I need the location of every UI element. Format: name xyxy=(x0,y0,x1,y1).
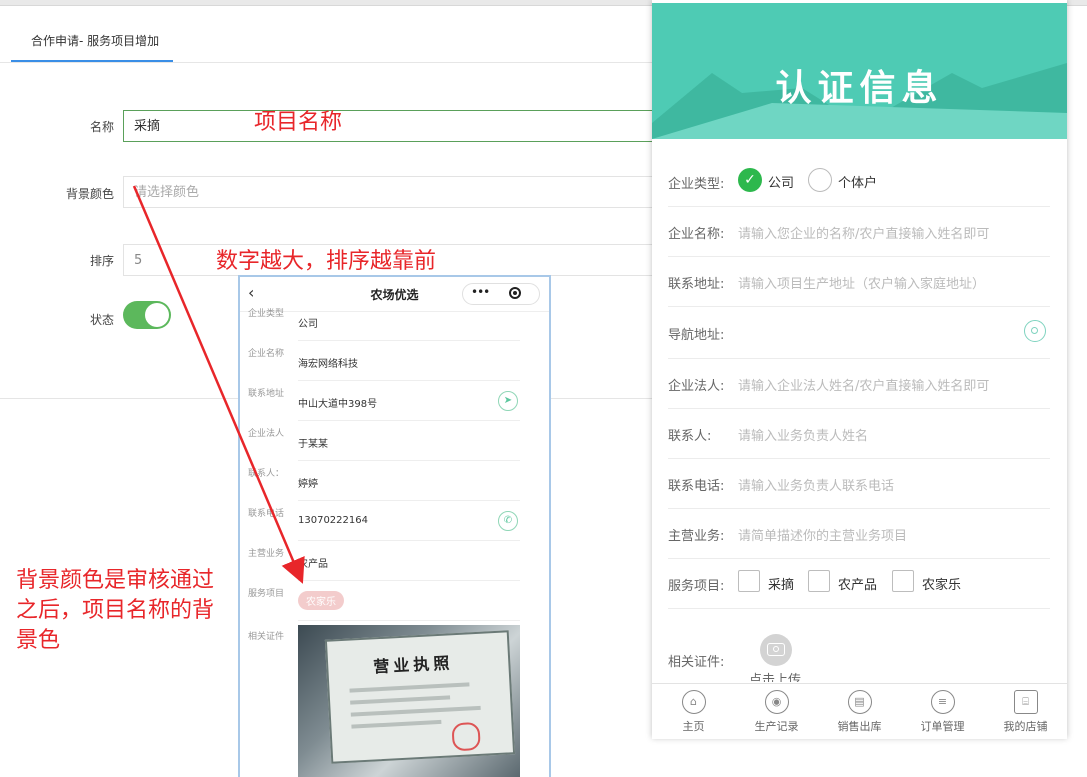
row-business[interactable]: 主营业务: 请简单描述你的主营业务项目 xyxy=(668,508,1050,559)
checkbox-produce[interactable] xyxy=(808,570,830,592)
row-label: 企业法人: xyxy=(668,379,725,394)
row-placeholder: 请简单描述你的主营业务项目 xyxy=(738,529,908,544)
banner: 认证信息 xyxy=(652,3,1067,139)
tab-order-management[interactable]: ≡ 订单管理 xyxy=(901,684,984,739)
company-type-label: 企业类型: xyxy=(668,177,725,192)
radio-company-checked[interactable]: ✓ xyxy=(738,168,762,192)
tab-sales-outbound[interactable]: ▤ 销售出库 xyxy=(818,684,901,739)
tab-label: 生产记录 xyxy=(754,720,799,733)
upload-label[interactable]: 点击上传 xyxy=(749,669,801,682)
printer-icon: ▤ xyxy=(847,690,872,714)
service-label: 服务项目: xyxy=(668,579,725,594)
radio-individual[interactable] xyxy=(808,168,832,192)
row-address[interactable]: 联系地址: 请输入项目生产地址（农户输入家庭地址） xyxy=(668,256,1050,307)
home-icon: ⌂ xyxy=(681,690,706,714)
tab-label: 销售出库 xyxy=(837,720,882,733)
checkbox-produce-label: 农产品 xyxy=(838,578,878,593)
store-icon: ⌸ xyxy=(1013,690,1038,714)
row-placeholder: 请输入您企业的名称/农户直接输入姓名即可 xyxy=(738,227,990,242)
cert-label: 相关证件: xyxy=(668,655,725,670)
locate-icon[interactable] xyxy=(1024,320,1046,342)
row-legal-person[interactable]: 企业法人: 请输入企业法人姓名/农户直接输入姓名即可 xyxy=(668,358,1050,409)
checkbox-pick-label: 采摘 xyxy=(768,578,795,593)
tab-production-record[interactable]: ◉ 生产记录 xyxy=(735,684,818,739)
row-company-type: 企业类型: ✓ 公司 个体户 xyxy=(668,156,1050,207)
radio-individual-label: 个体户 xyxy=(838,176,878,191)
checkbox-pick[interactable] xyxy=(738,570,760,592)
row-service: 服务项目: 采摘 农产品 农家乐 xyxy=(668,558,1050,609)
cert-info-panel: 认证信息 企业类型: ✓ 公司 个体户 企业名称: 请输入您企业的名称/农户直接输… xyxy=(652,0,1067,739)
row-nav-address[interactable]: 导航地址: xyxy=(668,306,1050,359)
checkbox-farmstay[interactable] xyxy=(892,570,914,592)
bottom-tab-bar: ⌂ 主页 ◉ 生产记录 ▤ 销售出库 ≡ 订单管理 ⌸ 我的店铺 xyxy=(652,683,1067,739)
panel-title: 认证信息 xyxy=(775,68,944,109)
row-label: 联系人: xyxy=(668,429,712,444)
checkbox-farmstay-label: 农家乐 xyxy=(922,578,962,593)
row-label: 主营业务: xyxy=(668,529,725,544)
row-placeholder: 请输入业务负责人联系电话 xyxy=(738,479,895,494)
row-contact[interactable]: 联系人: 请输入业务负责人姓名 xyxy=(668,408,1050,459)
tab-label: 我的店铺 xyxy=(1003,720,1048,733)
row-placeholder: 请输入企业法人姓名/农户直接输入姓名即可 xyxy=(738,379,990,394)
row-placeholder: 请输入项目生产地址（农户输入家庭地址） xyxy=(738,277,986,292)
camera-upload-icon[interactable] xyxy=(760,634,792,666)
tab-label: 主页 xyxy=(682,720,705,733)
tab-label: 订单管理 xyxy=(920,720,965,733)
camera-icon: ◉ xyxy=(764,690,789,714)
tab-my-store[interactable]: ⌸ 我的店铺 xyxy=(984,684,1067,739)
list-icon: ≡ xyxy=(930,690,955,714)
row-placeholder: 请输入业务负责人姓名 xyxy=(738,429,869,444)
radio-company-label: 公司 xyxy=(768,176,795,191)
row-label: 联系电话: xyxy=(668,479,725,494)
row-phone[interactable]: 联系电话: 请输入业务负责人联系电话 xyxy=(668,458,1050,509)
row-label: 企业名称: xyxy=(668,227,725,242)
tab-home[interactable]: ⌂ 主页 xyxy=(652,684,735,739)
row-label: 联系地址: xyxy=(668,277,725,292)
row-label: 导航地址: xyxy=(668,328,725,343)
row-company-name[interactable]: 企业名称: 请输入您企业的名称/农户直接输入姓名即可 xyxy=(668,206,1050,257)
